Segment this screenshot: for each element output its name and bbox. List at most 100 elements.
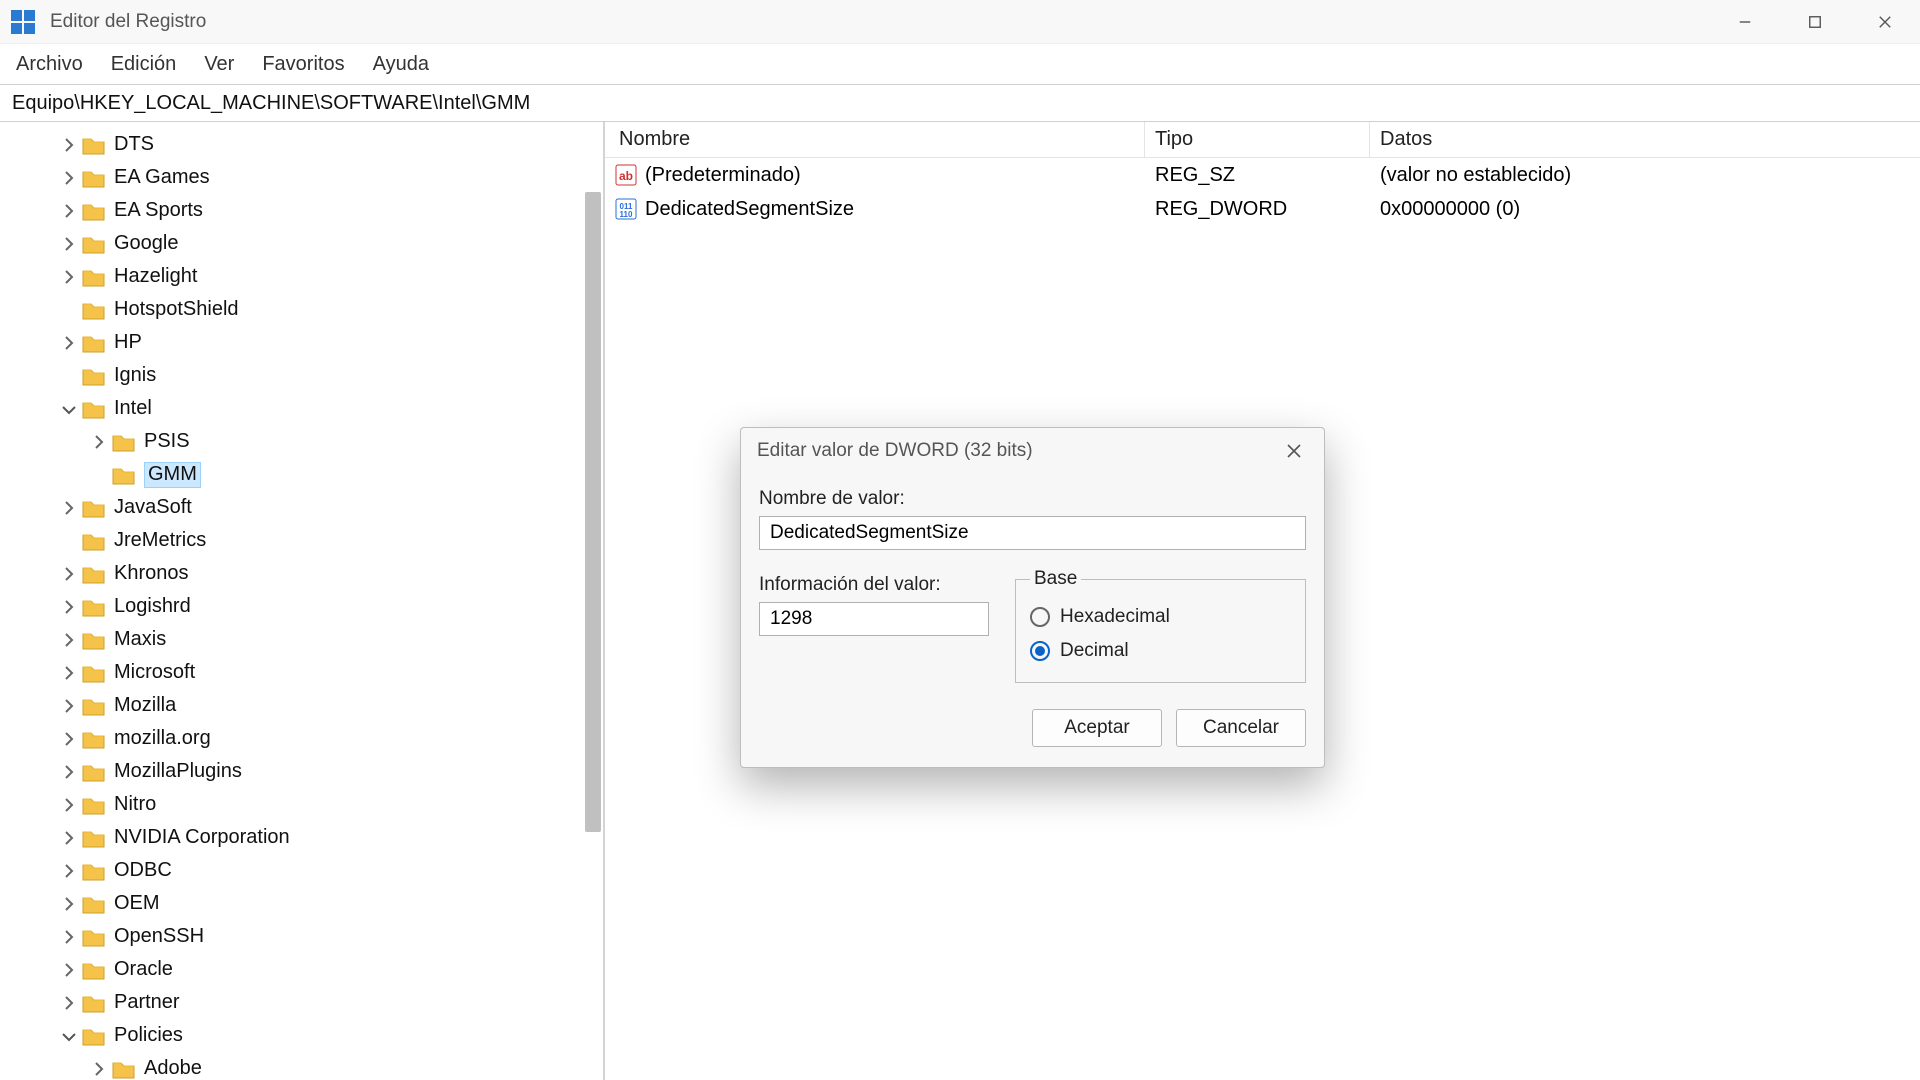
column-header-tipo[interactable]: Tipo bbox=[1145, 122, 1370, 157]
radio-hexadecimal[interactable]: Hexadecimal bbox=[1030, 600, 1291, 634]
chevron-right-icon[interactable] bbox=[60, 697, 78, 715]
dialog-titlebar[interactable]: Editar valor de DWORD (32 bits) bbox=[741, 428, 1324, 474]
tree-item[interactable]: Khronos bbox=[0, 557, 603, 590]
tree-item-label: Ignis bbox=[114, 364, 156, 387]
tree-item[interactable]: Ignis bbox=[0, 359, 603, 392]
tree-item[interactable]: Microsoft bbox=[0, 656, 603, 689]
chevron-right-icon[interactable] bbox=[60, 664, 78, 682]
radio-dec-icon bbox=[1030, 641, 1050, 661]
folder-icon bbox=[112, 1058, 136, 1080]
tree-item-label: OEM bbox=[114, 892, 160, 915]
chevron-right-icon[interactable] bbox=[60, 763, 78, 781]
menu-favoritos[interactable]: Favoritos bbox=[262, 53, 344, 76]
tree-item[interactable]: Intel bbox=[0, 392, 603, 425]
tree-item[interactable]: ODBC bbox=[0, 854, 603, 887]
chevron-right-icon[interactable] bbox=[60, 631, 78, 649]
menu-ayuda[interactable]: Ayuda bbox=[373, 53, 429, 76]
tree-item-label: PSIS bbox=[144, 430, 190, 453]
tree-item[interactable]: DTS bbox=[0, 128, 603, 161]
tree-item-label: Partner bbox=[114, 991, 180, 1014]
chevron-right-icon[interactable] bbox=[60, 334, 78, 352]
chevron-right-icon[interactable] bbox=[60, 598, 78, 616]
chevron-down-icon[interactable] bbox=[60, 1027, 78, 1045]
titlebar: Editor del Registro bbox=[0, 0, 1920, 44]
tree-item-label: Adobe bbox=[144, 1057, 202, 1080]
tree-item[interactable]: Google bbox=[0, 227, 603, 260]
menu-edicion[interactable]: Edición bbox=[111, 53, 177, 76]
chevron-right-icon[interactable] bbox=[60, 994, 78, 1012]
value-type: REG_SZ bbox=[1145, 164, 1370, 187]
cancel-button[interactable]: Cancelar bbox=[1176, 709, 1306, 747]
tree-item[interactable]: MozillaPlugins bbox=[0, 755, 603, 788]
tree-item[interactable]: Maxis bbox=[0, 623, 603, 656]
maximize-button[interactable] bbox=[1780, 0, 1850, 44]
tree-item[interactable]: Logishrd bbox=[0, 590, 603, 623]
column-header-datos[interactable]: Datos bbox=[1370, 122, 1920, 157]
chevron-right-icon[interactable] bbox=[60, 202, 78, 220]
chevron-right-icon[interactable] bbox=[60, 928, 78, 946]
tree-item[interactable]: OpenSSH bbox=[0, 920, 603, 953]
tree-item[interactable]: JavaSoft bbox=[0, 491, 603, 524]
tree-item[interactable]: JreMetrics bbox=[0, 524, 603, 557]
tree-item[interactable]: EA Games bbox=[0, 161, 603, 194]
folder-icon bbox=[82, 563, 106, 585]
tree-item[interactable]: HP bbox=[0, 326, 603, 359]
scrollbar-thumb[interactable] bbox=[585, 192, 601, 832]
chevron-right-icon[interactable] bbox=[60, 862, 78, 880]
radio-decimal[interactable]: Decimal bbox=[1030, 634, 1291, 668]
tree-item[interactable]: EA Sports bbox=[0, 194, 603, 227]
chevron-right-icon[interactable] bbox=[60, 235, 78, 253]
chevron-right-icon[interactable] bbox=[60, 499, 78, 517]
chevron-right-icon[interactable] bbox=[60, 895, 78, 913]
chevron-right-icon[interactable] bbox=[60, 136, 78, 154]
chevron-right-icon[interactable] bbox=[90, 433, 108, 451]
chevron-right-icon[interactable] bbox=[60, 961, 78, 979]
chevron-right-icon[interactable] bbox=[60, 796, 78, 814]
chevron-right-icon[interactable] bbox=[60, 565, 78, 583]
close-button[interactable] bbox=[1850, 0, 1920, 44]
tree-item-label: HotspotShield bbox=[114, 298, 239, 321]
dialog-close-button[interactable] bbox=[1274, 434, 1314, 468]
menu-archivo[interactable]: Archivo bbox=[16, 53, 83, 76]
chevron-right-icon[interactable] bbox=[60, 730, 78, 748]
value-row[interactable]: (Predeterminado)REG_SZ(valor no establec… bbox=[605, 158, 1920, 192]
tree-item[interactable]: mozilla.org bbox=[0, 722, 603, 755]
folder-icon bbox=[82, 662, 106, 684]
ok-button[interactable]: Aceptar bbox=[1032, 709, 1162, 747]
minimize-button[interactable] bbox=[1710, 0, 1780, 44]
tree-item[interactable]: OEM bbox=[0, 887, 603, 920]
value-name-input[interactable] bbox=[759, 516, 1306, 550]
menu-ver[interactable]: Ver bbox=[204, 53, 234, 76]
tree-item[interactable]: Nitro bbox=[0, 788, 603, 821]
value-data-input[interactable] bbox=[759, 602, 989, 636]
dialog-title: Editar valor de DWORD (32 bits) bbox=[757, 440, 1274, 462]
tree-item[interactable]: Policies bbox=[0, 1019, 603, 1052]
folder-icon bbox=[82, 266, 106, 288]
chevron-down-icon[interactable] bbox=[60, 400, 78, 418]
folder-icon bbox=[82, 134, 106, 156]
tree-item-label: EA Sports bbox=[114, 199, 203, 222]
address-bar[interactable]: Equipo\HKEY_LOCAL_MACHINE\SOFTWARE\Intel… bbox=[0, 84, 1920, 122]
folder-icon bbox=[82, 860, 106, 882]
tree-item[interactable]: NVIDIA Corporation bbox=[0, 821, 603, 854]
tree-item[interactable]: HotspotShield bbox=[0, 293, 603, 326]
tree-scrollbar[interactable] bbox=[585, 132, 601, 1070]
tree-item[interactable]: Oracle bbox=[0, 953, 603, 986]
chevron-right-icon[interactable] bbox=[90, 1060, 108, 1078]
chevron-right-icon[interactable] bbox=[60, 268, 78, 286]
registry-tree[interactable]: DTS EA Games EA Sports GoogleHazelight Hotsp… bbox=[0, 122, 605, 1080]
chevron-right-icon[interactable] bbox=[60, 169, 78, 187]
tree-item[interactable]: Hazelight bbox=[0, 260, 603, 293]
tree-item[interactable]: Mozilla bbox=[0, 689, 603, 722]
tree-item[interactable]: Partner bbox=[0, 986, 603, 1019]
tree-item-label: DTS bbox=[114, 133, 154, 156]
chevron-right-icon[interactable] bbox=[60, 829, 78, 847]
folder-icon bbox=[82, 992, 106, 1014]
tree-item[interactable]: GMM bbox=[0, 458, 603, 491]
tree-item[interactable]: PSIS bbox=[0, 425, 603, 458]
column-header-nombre[interactable]: Nombre bbox=[605, 122, 1145, 157]
value-row[interactable]: DedicatedSegmentSizeREG_DWORD0x00000000 … bbox=[605, 192, 1920, 226]
radio-dec-label: Decimal bbox=[1060, 640, 1129, 662]
reg-binary-icon bbox=[615, 198, 637, 220]
tree-item[interactable]: Adobe bbox=[0, 1052, 603, 1080]
